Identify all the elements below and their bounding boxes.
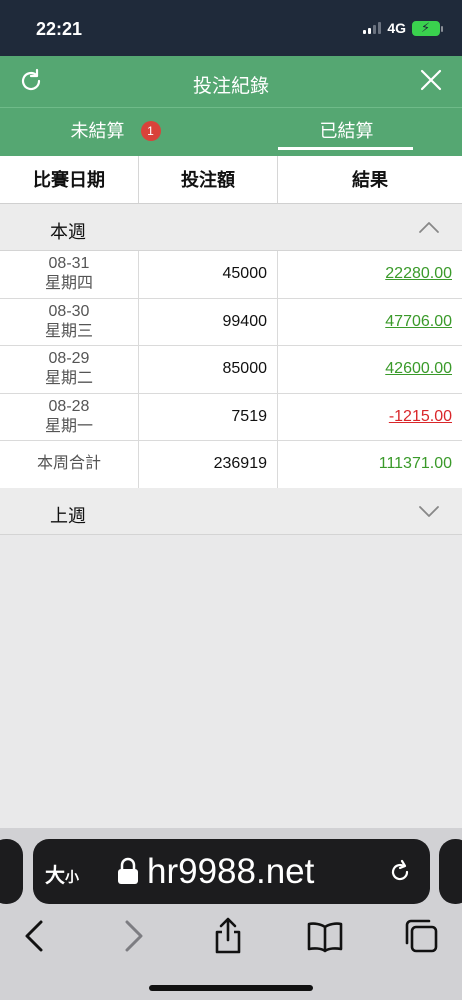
column-header-result: 結果 [352, 170, 388, 190]
active-tab-indicator [278, 147, 413, 150]
date-cell: 08-29 星期二 [0, 346, 139, 393]
address-bar[interactable]: 大小 hr9988.net [33, 839, 430, 904]
result-link[interactable]: 42600.00 [385, 360, 452, 377]
text-size-button[interactable]: 大小 [45, 859, 79, 888]
status-indicators: 4G ⚡ [363, 20, 443, 36]
match-date: 08-31 [48, 255, 90, 272]
signal-icon [363, 22, 382, 34]
next-tab-preview[interactable] [439, 839, 462, 904]
url-text[interactable]: hr9988.net [147, 852, 314, 892]
column-header-amount: 投注額 [139, 156, 278, 203]
bet-amount: 99400 [139, 298, 278, 345]
match-date: 08-29 [48, 350, 90, 367]
page-title: 投注紀錄 [192, 76, 269, 97]
back-icon[interactable] [15, 916, 55, 956]
section-label: 上週 [50, 506, 86, 526]
date-cell: 08-31 星期四 [0, 251, 139, 298]
total-label: 本周合計 [0, 441, 139, 488]
reload-icon[interactable] [388, 858, 412, 884]
result-link[interactable]: 22280.00 [385, 265, 452, 282]
match-weekday: 星期四 [44, 275, 93, 292]
battery-icon: ⚡ [412, 20, 443, 36]
total-row: 本周合計 236919 111371.00 [0, 441, 462, 489]
status-bar: 22:21 4G ⚡ [0, 0, 462, 56]
chevron-down-icon [419, 506, 439, 517]
close-icon[interactable] [420, 69, 442, 91]
tabs-icon[interactable] [401, 916, 441, 956]
share-icon[interactable] [208, 916, 248, 956]
empty-area [0, 535, 462, 835]
bookmarks-icon[interactable] [305, 916, 345, 956]
tab-label: 未結算 [70, 121, 125, 141]
previous-tab-preview[interactable] [0, 839, 23, 904]
date-cell: 08-30 星期三 [0, 298, 139, 345]
status-time: 22:21 [36, 19, 83, 39]
table-row: 08-29 星期二 85000 42600.00 [0, 346, 462, 394]
table-row: 08-30 星期三 99400 47706.00 [0, 298, 462, 346]
home-indicator [149, 985, 313, 991]
bet-amount: 7519 [139, 393, 278, 440]
section-last-week[interactable]: 上週 [0, 488, 462, 535]
total-amount: 236919 [139, 441, 278, 488]
match-date: 08-30 [48, 302, 90, 320]
settled-bets-table: 08-31 星期四 45000 22280.00 08-30 星期三 99400… [0, 251, 462, 489]
bet-amount: 45000 [139, 251, 278, 298]
result-link[interactable]: 47706.00 [385, 313, 452, 330]
match-date: 08-28 [48, 397, 90, 415]
chevron-up-icon [419, 222, 439, 233]
section-label: 本週 [50, 222, 86, 242]
match-weekday: 星期一 [44, 417, 93, 435]
bet-amount: 85000 [139, 346, 278, 393]
match-weekday: 星期三 [44, 322, 93, 340]
match-weekday: 星期二 [44, 370, 93, 387]
browser-chrome: 大小 hr9988.net [0, 828, 462, 1000]
unsettled-count-badge: 1 [140, 121, 161, 141]
lock-icon [118, 857, 138, 884]
result-link[interactable]: -1215.00 [389, 408, 452, 425]
page-header: 投注紀錄 [0, 56, 462, 107]
browser-toolbar [0, 916, 462, 966]
network-type: 4G [387, 20, 406, 36]
table-row: 08-28 星期一 7519 -1215.00 [0, 393, 462, 441]
section-this-week[interactable]: 本週 [0, 204, 462, 251]
tab-bar: 未結算 1 已結算 [0, 107, 462, 156]
total-result: 111371.00 [378, 455, 452, 472]
date-cell: 08-28 星期一 [0, 393, 139, 440]
table-row: 08-31 星期四 45000 22280.00 [0, 251, 462, 299]
forward-icon[interactable] [113, 916, 153, 956]
table-header: 比賽日期 投注額 結果 [0, 156, 462, 204]
tab-unsettled[interactable]: 未結算 1 [0, 108, 231, 156]
column-header-date: 比賽日期 [0, 156, 139, 203]
